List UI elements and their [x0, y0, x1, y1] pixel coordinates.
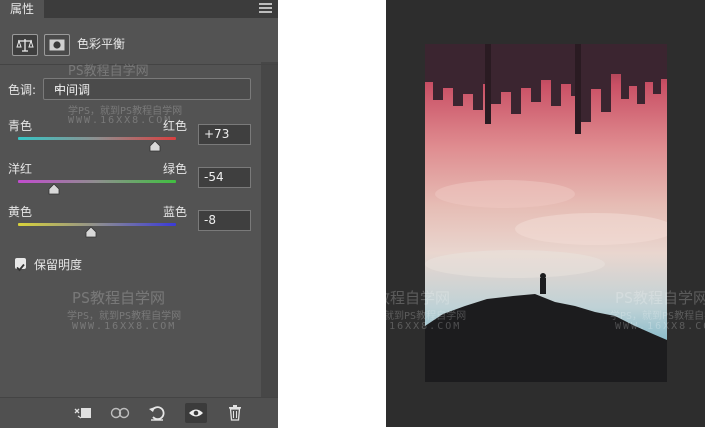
chevron-down-icon: ⌄: [54, 80, 64, 93]
cyan-red-value-field[interactable]: +73: [198, 124, 251, 145]
watermark-title: PS教程自学网: [72, 289, 166, 307]
balance-scale-icon[interactable]: [12, 34, 38, 56]
yellow-blue-value-field[interactable]: -8: [198, 210, 251, 231]
watermark-title: PS教程自学网: [357, 289, 451, 307]
watermark-subtitle: 学PS，就到PS教程自学网: [67, 311, 182, 322]
magenta-green-track[interactable]: [18, 180, 176, 183]
layer-mask-icon[interactable]: [44, 34, 70, 56]
watermark-url: WWW.16XX8.COM: [357, 321, 462, 332]
yellow-blue-track[interactable]: [18, 223, 176, 226]
panel-scrollbar[interactable]: [261, 62, 278, 397]
watermark-title: PS教程自学网: [68, 64, 149, 79]
view-previous-icon[interactable]: [109, 403, 131, 423]
watermark-subtitle: 学PS，就到PS教程自学网: [352, 311, 467, 322]
blue-label: 蓝色: [163, 205, 188, 219]
adjustment-title: 色彩平衡: [77, 37, 126, 51]
preserve-luminosity-label: 保留明度: [34, 258, 83, 272]
reset-icon[interactable]: [146, 403, 168, 423]
yellow-label: 黄色: [8, 205, 33, 219]
cyan-label: 青色: [8, 119, 33, 133]
watermark-url: WWW.16XX8.COM: [615, 321, 705, 332]
checkmark-icon: [16, 263, 25, 272]
yellow-blue-slider-handle[interactable]: [85, 226, 97, 238]
magenta-green-slider-handle[interactable]: [48, 183, 60, 195]
tone-label: 色调:: [8, 83, 37, 97]
clip-to-layer-icon[interactable]: [72, 403, 94, 423]
watermark-title: PS教程自学网: [615, 289, 705, 307]
watermark-url: WWW.16XX8.COM: [72, 321, 177, 332]
tab-properties[interactable]: 属性: [0, 0, 44, 18]
watermark-subtitle: 学PS，就到PS教程自学网: [610, 311, 705, 322]
green-label: 绿色: [163, 162, 188, 176]
magenta-green-value-field[interactable]: -54: [198, 167, 251, 188]
visibility-icon[interactable]: [185, 403, 207, 423]
panel-titlebar: 属性: [0, 0, 278, 18]
panel-footer: [0, 397, 278, 428]
preserve-luminosity-checkbox[interactable]: [15, 258, 26, 272]
watermark-url: WWW.16XX8.COM: [68, 115, 173, 126]
cyan-red-slider-handle[interactable]: [149, 140, 161, 152]
delete-icon[interactable]: [224, 403, 246, 423]
panel-menu-icon[interactable]: [259, 3, 272, 14]
tone-select[interactable]: 中间调 ⌄: [43, 78, 251, 100]
magenta-label: 洋红: [8, 162, 33, 176]
adjustment-header: 色彩平衡: [0, 24, 278, 65]
